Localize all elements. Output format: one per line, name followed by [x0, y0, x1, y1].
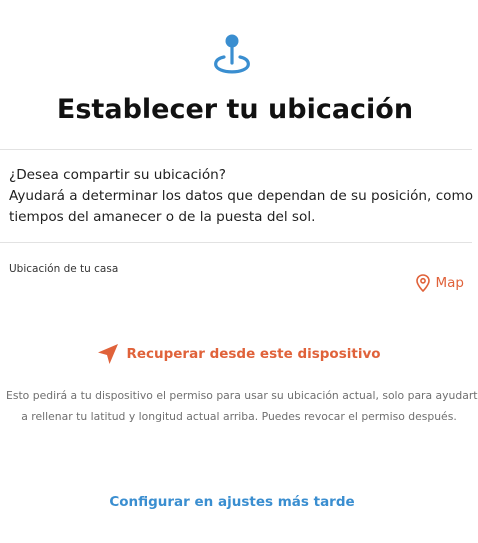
intro-description-line-1: Ayudará a determinar los datos que depen…: [9, 188, 478, 204]
permission-hint: Esto pedirá a tu dispositivo el permiso …: [6, 385, 478, 427]
map-link[interactable]: Map: [415, 274, 465, 292]
intro-question: ¿Desea compartir su ubicación?: [9, 167, 226, 183]
page-title: Establecer tu ubicación: [56, 94, 414, 125]
recover-from-device-button[interactable]: Recuperar desde este dispositivo: [0, 343, 478, 365]
permission-hint-line-2: a rellenar tu latitud y longitud actual …: [21, 410, 457, 423]
intro-description-line-2: tiempos del amanecer o de la puesta del …: [9, 209, 316, 225]
home-location-label: Ubicación de tu casa: [9, 263, 119, 275]
divider: [0, 149, 472, 150]
map-pin-icon: [415, 274, 430, 292]
configure-later-link[interactable]: Configurar en ajustes más tarde: [0, 494, 464, 510]
intro-text: ¿Desea compartir su ubicación? Ayudará a…: [9, 165, 478, 228]
map-link-label: Map: [435, 275, 465, 291]
divider: [0, 242, 472, 243]
header: Establecer tu ubicación: [0, 0, 478, 150]
recover-from-device-label: Recuperar desde este dispositivo: [126, 346, 381, 362]
navigation-arrow-icon: [97, 343, 119, 365]
location-pin-icon: [211, 30, 253, 74]
permission-hint-line-1: Esto pedirá a tu dispositivo el permiso …: [6, 389, 478, 402]
